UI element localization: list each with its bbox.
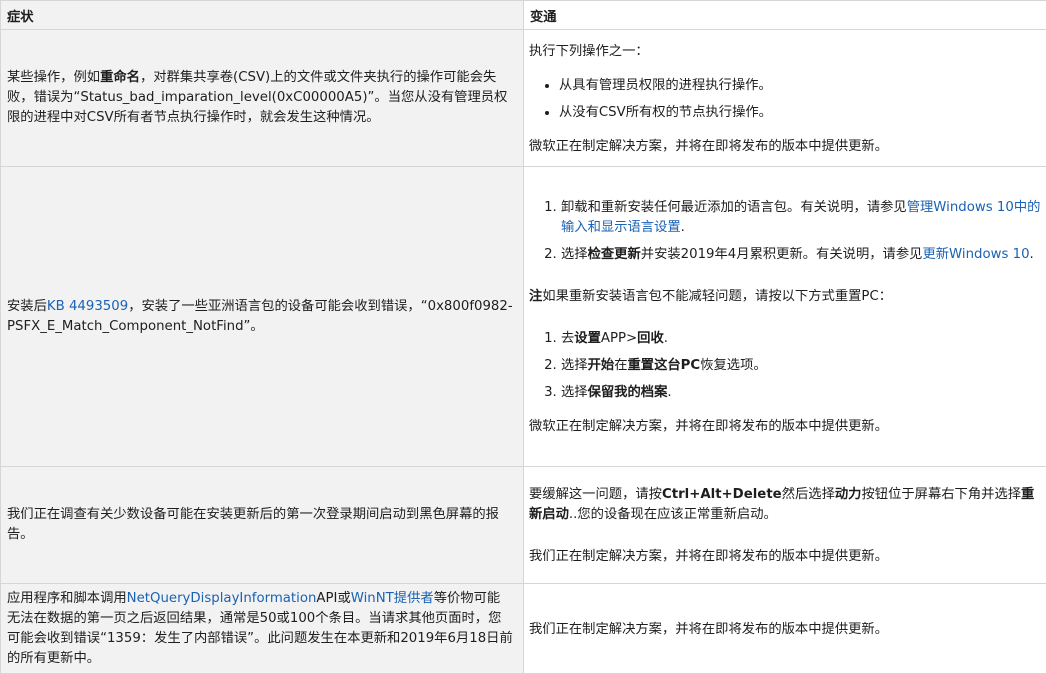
list-item: 选择检查更新并安装2019年4月累积更新。有关说明，请参见更新Windows 1…	[561, 245, 1042, 265]
step-bold: 保留我的档案	[588, 385, 668, 400]
step-text: .	[1030, 247, 1034, 262]
step-text: 选择	[561, 385, 588, 400]
step-bold: 开始	[588, 358, 615, 373]
symptom-cell: 我们正在调查有关少数设备可能在安装更新后的第一次登录期间启动到黑色屏幕的报告。	[1, 467, 524, 584]
step-text: .	[664, 331, 668, 346]
list-item: 从没有CSV所有权的节点执行操作。	[559, 103, 1042, 123]
symptom-bold: 重命名	[100, 70, 140, 85]
known-issues-table: 症状 变通 某些操作，例如重命名，对群集共享卷(CSV)上的文件或文件夹执行的操…	[0, 0, 1046, 674]
table-row: 某些操作，例如重命名，对群集共享卷(CSV)上的文件或文件夹执行的操作可能会失败…	[1, 30, 1046, 167]
reset-steps-list: 去设置APP>回收. 选择开始在重置这台PC恢复选项。 选择保留我的档案.	[529, 329, 1042, 403]
step-text: APP>	[601, 331, 637, 346]
step-text: 恢复选项。	[700, 358, 766, 373]
note-label: 注	[529, 289, 542, 304]
workaround-footer: 我们正在制定解决方案，并将在即将发布的版本中提供更新。	[529, 620, 1042, 640]
list-item: 从具有管理员权限的进程执行操作。	[559, 76, 1042, 96]
step-text: 选择	[561, 247, 588, 262]
symptom-text: API或	[316, 591, 350, 606]
table-row: 安装后KB 4493509，安装了一些亚洲语言包的设备可能会收到错误，“0x80…	[1, 167, 1046, 467]
step-text: 去	[561, 331, 574, 346]
workaround-column-header: 变通	[524, 1, 1046, 30]
workaround-cell: 执行下列操作之一： 从具有管理员权限的进程执行操作。 从没有CSV所有权的节点执…	[524, 30, 1046, 167]
step-bold: 重置这台PC	[627, 358, 700, 373]
list-item: 去设置APP>回收.	[561, 329, 1042, 349]
step-bold: Ctrl+Alt+Delete	[662, 487, 782, 502]
symptom-column-header: 症状	[1, 1, 524, 30]
netquerydisplayinformation-link[interactable]: NetQueryDisplayInformation	[127, 591, 317, 606]
workaround-text: 要缓解这一问题，请按Ctrl+Alt+Delete然后选择动力按钮位于屏幕右下角…	[529, 485, 1042, 525]
winnt-provider-link[interactable]: WinNT提供者	[351, 591, 434, 606]
symptom-cell: 某些操作，例如重命名，对群集共享卷(CSV)上的文件或文件夹执行的操作可能会失败…	[1, 30, 524, 167]
table-row: 我们正在调查有关少数设备可能在安装更新后的第一次登录期间启动到黑色屏幕的报告。 …	[1, 467, 1046, 584]
step-text: .	[681, 220, 685, 235]
workaround-cell: 卸载和重新安装任何最近添加的语言包。有关说明，请参见管理Windows 10中的…	[524, 167, 1046, 467]
symptom-text: 某些操作，例如	[7, 70, 100, 85]
step-text: 卸载和重新安装任何最近添加的语言包。有关说明，请参见	[561, 200, 907, 215]
table-header-row: 症状 变通	[1, 1, 1046, 30]
list-item: 选择保留我的档案.	[561, 383, 1042, 403]
workaround-steps-list: 卸载和重新安装任何最近添加的语言包。有关说明，请参见管理Windows 10中的…	[529, 198, 1042, 265]
workaround-cell: 要缓解这一问题，请按Ctrl+Alt+Delete然后选择动力按钮位于屏幕右下角…	[524, 467, 1046, 584]
step-text: 并安装2019年4月累积更新。有关说明，请参见	[641, 247, 923, 262]
step-bold: 回收	[637, 331, 664, 346]
symptom-cell: 应用程序和脚本调用NetQueryDisplayInformationAPI或W…	[1, 584, 524, 674]
step-bold: 检查更新	[588, 247, 641, 262]
step-text: 按钮位于屏幕右下角并选择	[861, 487, 1021, 502]
list-item: 选择开始在重置这台PC恢复选项。	[561, 356, 1042, 376]
step-text: 选择	[561, 358, 588, 373]
workaround-intro: 执行下列操作之一：	[529, 42, 1042, 62]
step-bold: 设置	[574, 331, 601, 346]
step-text: 在	[614, 358, 627, 373]
step-text: 要缓解这一问题，请按	[529, 487, 662, 502]
step-bold: 动力	[835, 487, 862, 502]
symptom-text: 安装后	[7, 299, 47, 314]
kb-4493509-link[interactable]: KB 4493509	[47, 299, 128, 314]
workaround-note: 注如果重新安装语言包不能减轻问题，请按以下方式重置PC：	[529, 287, 1042, 307]
symptom-text: 我们正在调查有关少数设备可能在安装更新后的第一次登录期间启动到黑色屏幕的报告。	[7, 507, 499, 542]
step-text: 然后选择	[782, 487, 835, 502]
update-windows-link[interactable]: 更新Windows 10	[922, 247, 1029, 262]
workaround-footer: 微软正在制定解决方案，并将在即将发布的版本中提供更新。	[529, 137, 1042, 157]
workaround-footer: 我们正在制定解决方案，并将在即将发布的版本中提供更新。	[529, 547, 1042, 567]
list-item: 卸载和重新安装任何最近添加的语言包。有关说明，请参见管理Windows 10中的…	[561, 198, 1042, 238]
symptom-cell: 安装后KB 4493509，安装了一些亚洲语言包的设备可能会收到错误，“0x80…	[1, 167, 524, 467]
table-row: 应用程序和脚本调用NetQueryDisplayInformationAPI或W…	[1, 584, 1046, 674]
note-text: 如果重新安装语言包不能减轻问题，请按以下方式重置PC：	[542, 289, 892, 304]
step-text: .	[667, 385, 671, 400]
workaround-bullet-list: 从具有管理员权限的进程执行操作。 从没有CSV所有权的节点执行操作。	[529, 76, 1042, 123]
workaround-footer: 微软正在制定解决方案，并将在即将发布的版本中提供更新。	[529, 417, 1042, 437]
symptom-text: 应用程序和脚本调用	[7, 591, 127, 606]
workaround-cell: 我们正在制定解决方案，并将在即将发布的版本中提供更新。	[524, 584, 1046, 674]
step-text: ..您的设备现在应该正常重新启动。	[569, 507, 777, 522]
